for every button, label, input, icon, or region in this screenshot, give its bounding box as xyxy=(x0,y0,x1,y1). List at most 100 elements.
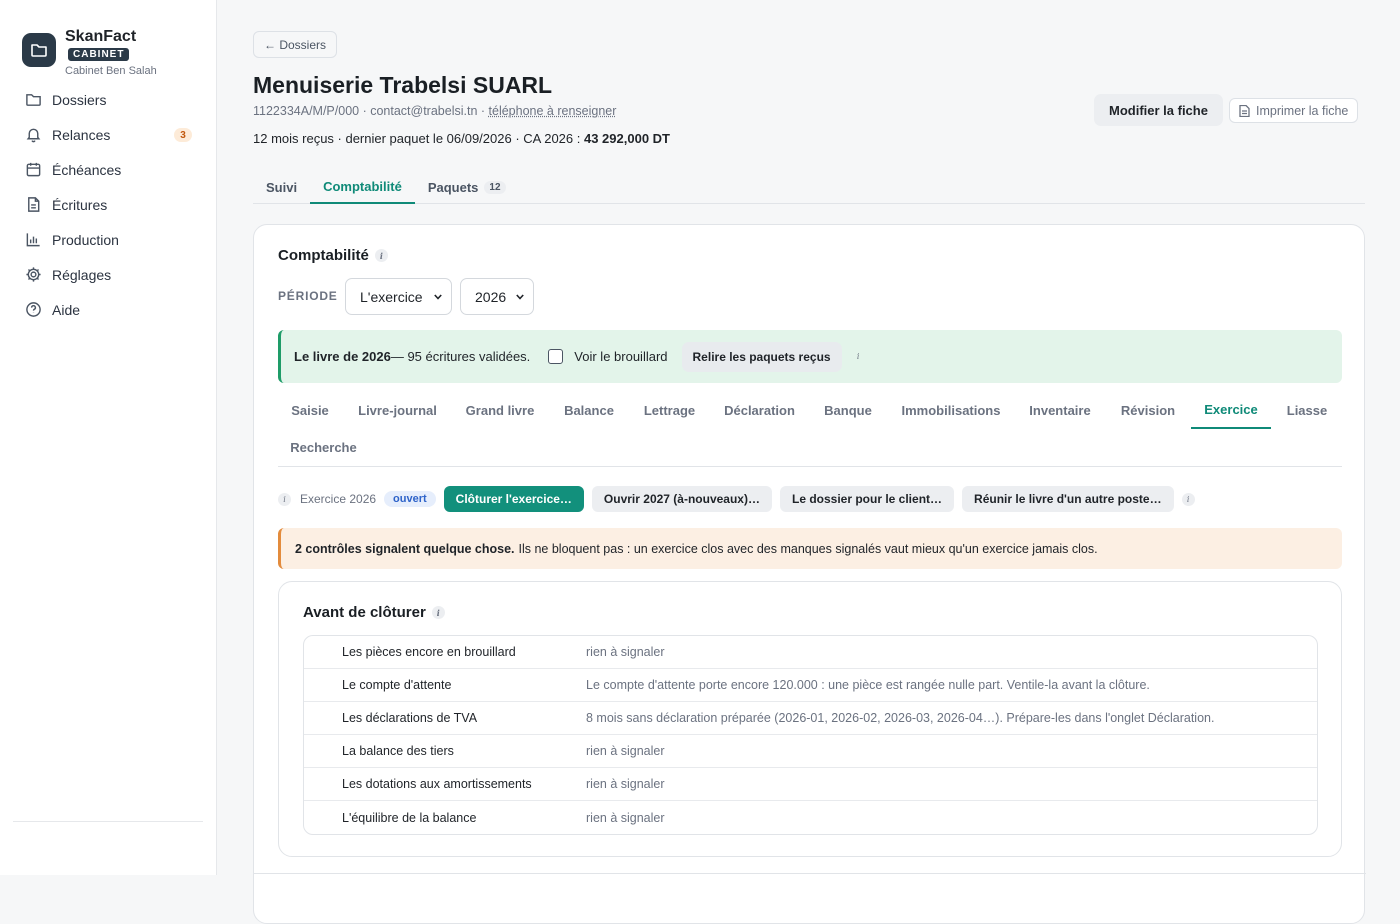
info-icon[interactable]: i xyxy=(1182,493,1195,506)
brand-name: SkanFact xyxy=(65,28,136,45)
folder-icon xyxy=(22,33,56,67)
sidebar-nav: Dossiers Relances 3 Échéances Écritures … xyxy=(12,82,202,327)
bell-icon xyxy=(25,126,42,143)
year-select[interactable]: 2026 xyxy=(460,278,534,315)
separator: · xyxy=(477,104,488,118)
pre-close-checks-card: Avant de clôturer i Les pièces encore en… xyxy=(278,581,1342,857)
check-message: rien à signaler xyxy=(586,777,665,791)
sidebar: SkanFact CABINET Cabinet Ben Salah Dossi… xyxy=(0,0,217,875)
period-select-value: L'exercice xyxy=(360,289,423,305)
document-icon xyxy=(25,196,42,213)
client-meta: 1122334A/M/P/000 · contact@trabelsi.tn ·… xyxy=(253,104,616,118)
check-name: Les dotations aux amortissements xyxy=(304,777,586,791)
sidebar-item-label: Production xyxy=(52,232,119,248)
info-icon[interactable]: i xyxy=(278,493,291,506)
gear-icon xyxy=(25,266,42,283)
tab-paquets[interactable]: Paquets 12 xyxy=(415,170,519,204)
open-next-year-button[interactable]: Ouvrir 2027 (à-nouveaux)… xyxy=(592,486,772,512)
tab-count-badge: 12 xyxy=(484,181,505,194)
merge-ledger-button[interactable]: Réunir le livre d'un autre poste… xyxy=(962,486,1174,512)
client-stats: 12 mois reçus · dernier paquet le 06/09/… xyxy=(253,131,670,146)
sidebar-item-label: Dossiers xyxy=(52,92,106,108)
reread-packages-button[interactable]: Relire les paquets reçus xyxy=(682,342,842,372)
revenue-amount: 43 292,000 DT xyxy=(584,131,670,146)
section-title: Comptabilité i xyxy=(278,247,388,264)
tab-balance[interactable]: Balance xyxy=(551,392,627,429)
exercise-label: Exercice 2026 xyxy=(300,492,376,506)
tab-lettrage[interactable]: Lettrage xyxy=(630,392,709,429)
tab-comptabilite[interactable]: Comptabilité xyxy=(310,170,415,204)
tab-revision[interactable]: Révision xyxy=(1108,392,1188,429)
back-to-dossiers-button[interactable]: ← Dossiers xyxy=(253,31,337,58)
help-circle-icon xyxy=(25,301,42,318)
info-icon[interactable]: i xyxy=(852,350,865,363)
warning-text: Ils ne bloquent pas : un exercice clos a… xyxy=(519,542,1098,556)
chevron-down-icon xyxy=(516,294,524,300)
phone-placeholder-link[interactable]: téléphone à renseigner xyxy=(489,104,617,118)
check-message: rien à signaler xyxy=(586,744,665,758)
show-draft-checkbox[interactable] xyxy=(548,349,563,364)
sidebar-item-reglages[interactable]: Réglages xyxy=(12,257,202,292)
sidebar-divider xyxy=(13,821,203,822)
sidebar-item-label: Relances xyxy=(52,127,110,143)
status-badge: ouvert xyxy=(384,491,436,507)
sidebar-item-relances[interactable]: Relances 3 xyxy=(12,117,202,152)
tab-liasse[interactable]: Liasse xyxy=(1275,392,1339,429)
exercise-toolbar: i Exercice 2026 ouvert Clôturer l'exerci… xyxy=(278,486,1195,512)
sidebar-item-echeances[interactable]: Échéances xyxy=(12,152,202,187)
bar-chart-icon xyxy=(25,231,42,248)
accounting-sub-tabs: Saisie Livre-journal Grand livre Balance… xyxy=(278,392,1342,467)
brand-subtitle: Cabinet Ben Salah xyxy=(65,65,157,77)
page-title: Menuiserie Trabelsi SUARL xyxy=(253,72,552,99)
comptabilite-card: Comptabilité i PÉRIODE L'exercice 2026 L… xyxy=(253,224,1365,924)
info-icon[interactable]: i xyxy=(375,249,388,262)
stats-text: 12 mois reçus · dernier paquet le 06/09/… xyxy=(253,131,584,146)
list-item: Les dotations aux amortissements rien à … xyxy=(304,768,1317,801)
list-item: Le compte d'attente Le compte d'attente … xyxy=(304,669,1317,702)
checks-list: Les pièces encore en brouillard rien à s… xyxy=(303,635,1318,835)
list-item: Les déclarations de TVA 8 mois sans décl… xyxy=(304,702,1317,735)
tab-banque[interactable]: Banque xyxy=(811,392,885,429)
check-name: Le compte d'attente xyxy=(304,678,586,692)
brand[interactable]: SkanFact CABINET Cabinet Ben Salah xyxy=(22,28,157,77)
tab-declaration[interactable]: Déclaration xyxy=(712,392,807,429)
check-message: Le compte d'attente porte encore 120.000… xyxy=(586,678,1150,692)
ledger-count: — 95 écritures validées. xyxy=(391,349,530,364)
edit-file-button[interactable]: Modifier la fiche xyxy=(1094,94,1223,126)
chevron-down-icon xyxy=(434,294,442,300)
tab-suivi[interactable]: Suivi xyxy=(253,170,310,204)
section-title-text: Comptabilité xyxy=(278,247,369,264)
check-message: 8 mois sans déclaration préparée (2026-0… xyxy=(586,711,1214,725)
divider xyxy=(254,873,1366,874)
sidebar-item-production[interactable]: Production xyxy=(12,222,202,257)
top-tabs: Suivi Comptabilité Paquets 12 xyxy=(253,170,1365,204)
warning-title: 2 contrôles signalent quelque chose. xyxy=(295,542,515,556)
tab-immobilisations[interactable]: Immobilisations xyxy=(889,392,1013,429)
period-select[interactable]: L'exercice xyxy=(345,278,452,315)
document-icon xyxy=(1239,105,1250,117)
year-select-value: 2026 xyxy=(475,289,506,305)
sidebar-item-aide[interactable]: Aide xyxy=(12,292,202,327)
tab-saisie[interactable]: Saisie xyxy=(278,392,342,429)
print-file-label: Imprimer la fiche xyxy=(1256,104,1348,118)
show-draft-label[interactable]: Voir le brouillard xyxy=(574,349,667,364)
client-email[interactable]: contact@trabelsi.tn xyxy=(370,104,477,118)
client-file-button[interactable]: Le dossier pour le client… xyxy=(780,486,954,512)
tab-grand-livre[interactable]: Grand livre xyxy=(454,392,546,429)
tab-recherche[interactable]: Recherche xyxy=(278,429,369,466)
check-message: rien à signaler xyxy=(586,645,665,659)
sidebar-item-ecritures[interactable]: Écritures xyxy=(12,187,202,222)
close-exercise-button[interactable]: Clôturer l'exercice… xyxy=(444,486,584,512)
check-name: La balance des tiers xyxy=(304,744,586,758)
sidebar-item-label: Échéances xyxy=(52,162,121,178)
tab-inventaire[interactable]: Inventaire xyxy=(1016,392,1104,429)
tab-livre-journal[interactable]: Livre-journal xyxy=(345,392,450,429)
print-file-button[interactable]: Imprimer la fiche xyxy=(1229,98,1358,123)
sidebar-item-dossiers[interactable]: Dossiers xyxy=(12,82,202,117)
list-item: La balance des tiers rien à signaler xyxy=(304,735,1317,768)
checks-title-text: Avant de clôturer xyxy=(303,604,426,621)
tab-exercice[interactable]: Exercice xyxy=(1191,392,1271,429)
ledger-title: Le livre de 2026 xyxy=(294,349,391,364)
info-icon[interactable]: i xyxy=(432,606,445,619)
sidebar-item-label: Écritures xyxy=(52,197,107,213)
